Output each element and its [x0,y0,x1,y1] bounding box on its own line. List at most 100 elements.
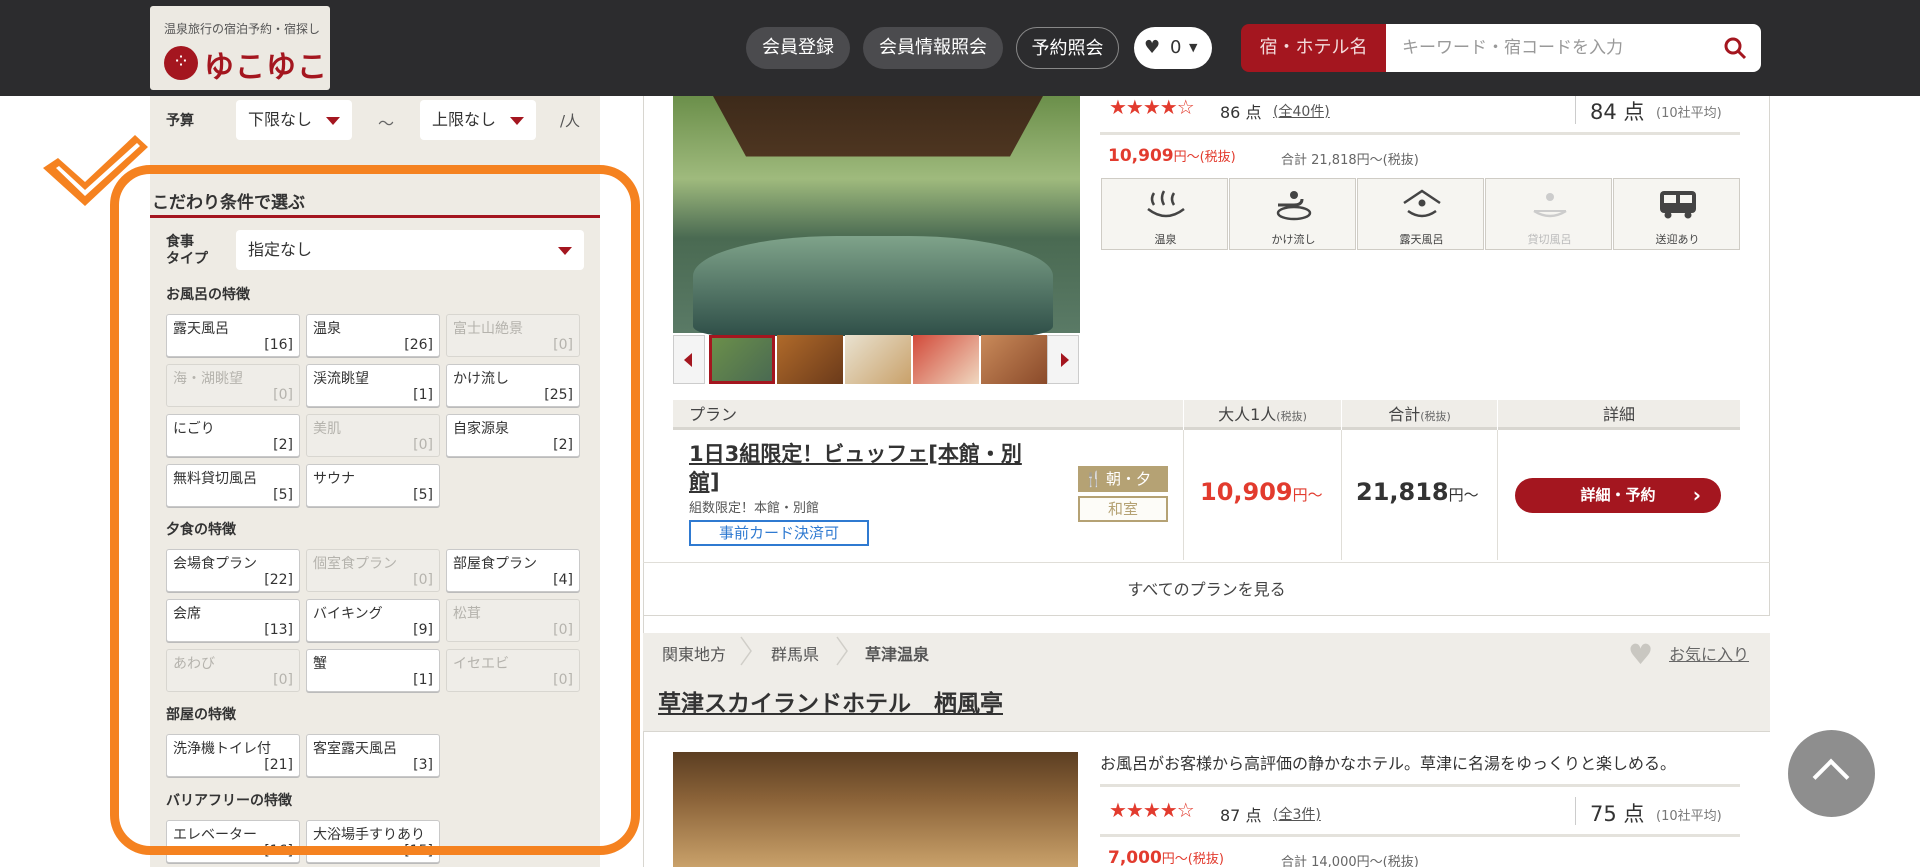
breadcrumb-area[interactable]: 草津温泉 [865,641,929,665]
photo-roof [713,96,1043,157]
favorites-count: 0 [1170,37,1182,58]
search-icon[interactable] [1723,36,1747,60]
reviews-link[interactable]: (全40件) [1273,101,1330,121]
average-score: 75 点 [1590,802,1645,826]
meal-tag-label: 朝・夕 [1106,470,1152,488]
amenity-label: 露天風呂 [1399,233,1444,246]
lowest-price: 10,909円～(税抜) [1108,146,1236,166]
chevron-up-icon [1812,758,1850,796]
budget-separator: ～ [378,114,395,133]
average-score-note: (10社平均) [1656,809,1722,824]
kakenagashi-icon [1276,191,1312,221]
heart-icon[interactable]: ♥ [1628,638,1653,671]
total-price: 合計 14,000円～(税抜) [1281,855,1419,867]
search-input[interactable] [1402,34,1702,62]
site-logo[interactable]: 温泉旅行の宿泊予約・宿探し ゆこゆこ [150,6,330,90]
lowest-price: 7,000円～(税抜) [1108,848,1224,867]
photo-pool [693,236,1053,336]
chevron-down-icon: ▼ [1189,41,1198,54]
breadcrumb-separator-icon [740,636,752,666]
onsen-icon [1147,190,1185,218]
search-category-select[interactable]: 宿・ホテル名 [1241,24,1386,72]
budget-max-select[interactable]: 上限なし [420,100,536,140]
amenity-item: 送迎あり [1613,178,1740,250]
breadcrumb-separator-icon [836,636,848,666]
col-total-note: (税抜) [1420,410,1451,423]
amenity-item: 露天風呂 [1357,178,1484,250]
thumbnail[interactable] [845,335,911,384]
shuttle-bus-icon [1660,191,1696,219]
favorites-button[interactable]: ♥ 0 ▼ [1134,27,1212,69]
hotel-main-photo[interactable] [673,96,1080,336]
divider [1100,834,1740,837]
adult-price-value: 10,909 [1200,478,1293,506]
divider [1341,430,1342,560]
breadcrumb-prefecture[interactable]: 群馬県 [771,641,819,665]
average-score: 84 点 [1590,100,1645,124]
plan-total-price-suffix: 円～ [1448,486,1479,504]
adult-price-suffix: 円～ [1292,486,1323,504]
chevron-right-icon: › [1692,483,1701,507]
amenity-label: 温泉 [1154,233,1177,246]
logo-tagline: 温泉旅行の宿泊予約・宿探し [164,22,321,36]
highlight-frame [110,165,640,855]
total-price: 合計 21,818円～(税抜) [1281,153,1419,168]
logo-name: ゆこゆこ [204,50,328,85]
divider [1183,430,1184,560]
thumbnail[interactable] [709,335,775,384]
card-payment-badge: 事前カード決済可 [689,520,869,546]
plan-title-line1: 1日3組限定！ビュッフェ[本館・別 [689,442,1022,466]
member-info-button[interactable]: 会員情報照会 [863,27,1003,69]
thumbnail[interactable] [777,335,843,384]
col-plan-header: プラン [673,400,1183,430]
col-total-header: 合計(税抜) [1342,400,1497,430]
budget-label: 予算 [166,113,194,129]
scroll-to-top-button[interactable] [1788,730,1875,817]
plan-subtitle: 組数限定！本館・別館 [689,501,820,516]
meal-tag: 🍴 朝・夕 [1078,466,1168,492]
reviews-link[interactable]: (全3件) [1273,804,1321,824]
hotel-photo[interactable] [673,752,1078,867]
amenity-label: かけ流し [1271,233,1316,246]
adult-price: 10,909円～ [1200,478,1323,506]
thumbnail-next-button[interactable] [1047,335,1079,384]
rating-stars: ★★★★☆ [1109,798,1195,822]
amenity-item: 貸切風呂 [1485,178,1612,250]
plan-title-link[interactable]: 1日3組限定！ビュッフェ[本館・別 館] [689,440,1074,496]
heart-icon: ♥ [1144,37,1161,58]
divider [643,731,1770,732]
lowest-price-unit: 円～(税抜) [1173,150,1236,165]
all-plans-link[interactable]: すべてのプランを見る [643,562,1770,616]
plan-total-price-value: 21,818 [1356,478,1449,506]
col-total-label: 合計 [1388,405,1421,424]
fork-knife-icon: 🍴 [1084,470,1103,488]
reservation-lookup-button[interactable]: 予約照会 [1016,27,1119,69]
arrow-right-icon [1061,353,1069,367]
budget-min-value: 下限なし [248,110,313,129]
divider [1497,430,1498,560]
hotel-description: お風呂がお客様から高評価の静かなホテル。草津に名湯をゆっくりと楽しめる。 [1100,754,1677,773]
add-favorite-link[interactable]: お気に入り [1669,641,1749,665]
divider [1100,132,1740,135]
room-type-tag: 和室 [1078,496,1168,522]
budget-min-select[interactable]: 下限なし [236,100,352,140]
divider [1575,96,1576,124]
col-detail-header: 詳細 [1498,400,1740,430]
plan-total-price: 21,818円～ [1356,478,1479,506]
thumbnail-prev-button[interactable] [673,335,705,384]
member-register-button[interactable]: 会員登録 [746,27,850,69]
detail-reserve-button[interactable]: 詳細・予約 › [1515,478,1721,513]
hotel-name-link[interactable]: 草津スカイランドホテル 栖風亭 [658,684,1003,718]
arrow-left-icon [684,353,692,367]
thumbnail[interactable] [913,335,979,384]
col-adult-header: 大人1人(税抜) [1184,400,1341,430]
rating-score: 86 点 [1220,103,1262,122]
thumbnail[interactable] [981,335,1047,384]
budget-max-value: 上限なし [432,110,497,129]
detail-reserve-label: 詳細・予約 [1580,486,1656,504]
amenity-item: 温泉 [1101,178,1228,250]
plan-title-line2: 館] [689,470,720,494]
lowest-price-value: 10,909 [1108,146,1174,166]
breadcrumb-region[interactable]: 関東地方 [662,641,726,665]
amenity-label: 貸切風呂 [1527,233,1572,246]
